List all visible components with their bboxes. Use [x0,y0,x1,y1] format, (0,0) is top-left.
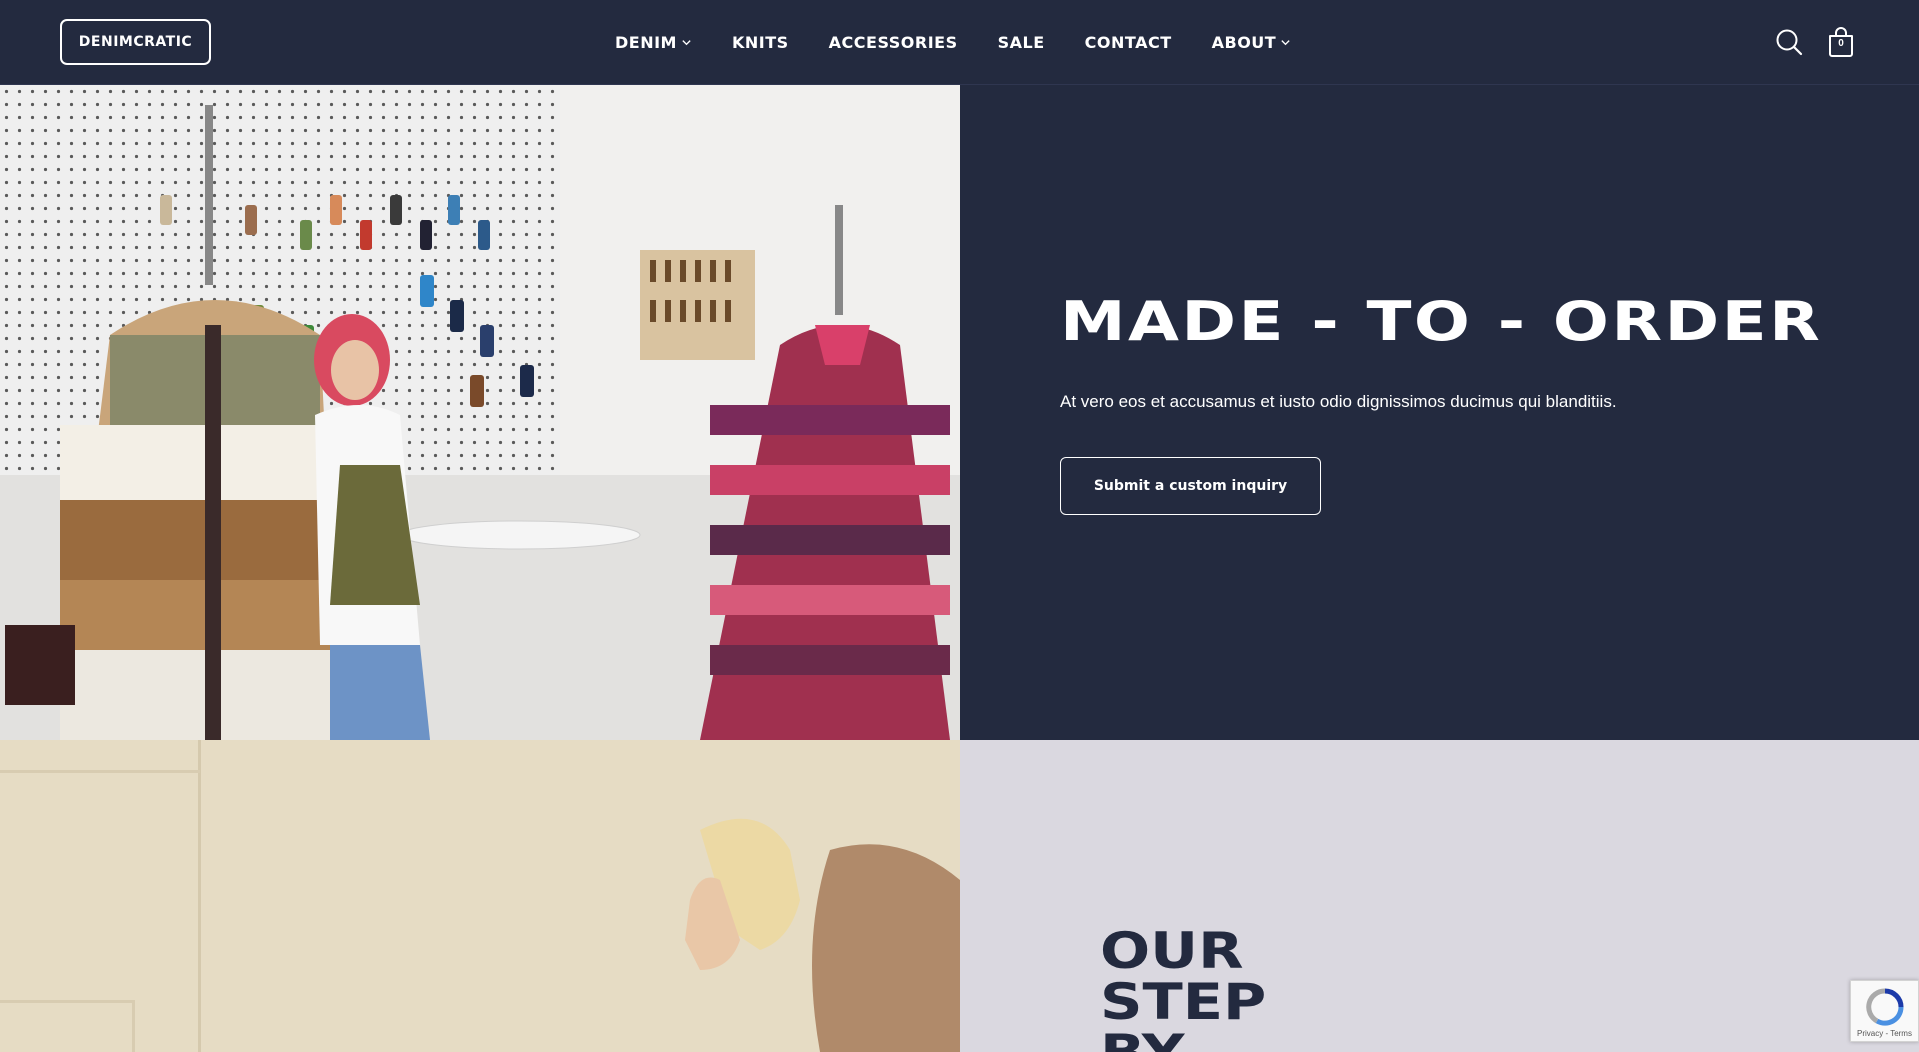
submit-inquiry-button[interactable]: Submit a custom inquiry [1060,457,1321,515]
site-header: DENIMCRATIC DENIM KNITS ACCESSORIES SALE… [0,0,1919,85]
nav-label: SALE [997,33,1045,52]
nav-item-sale[interactable]: SALE [998,33,1045,52]
nav-label: DENIM [615,33,677,52]
section-title-line: OUR [1100,922,1244,980]
section-title-line: STEP [1100,973,1267,1031]
step-by-step-image [0,740,960,1052]
recaptcha-terms[interactable]: Privacy - Terms [1857,1029,1912,1038]
nav-item-denim[interactable]: DENIM [615,33,692,52]
studio-photo [0,85,960,740]
nav-label: ABOUT [1211,33,1277,52]
logo[interactable]: DENIMCRATIC [60,19,211,65]
nav-item-contact[interactable]: CONTACT [1085,33,1172,52]
nav-item-knits[interactable]: KNITS [732,33,789,52]
portrait-photo [0,740,960,1052]
cart-button[interactable]: 0 [1826,26,1856,58]
recaptcha-badge[interactable]: Privacy - Terms [1850,980,1919,1042]
hero-title: MADE - TO - ORDER [1060,290,1823,353]
recaptcha-icon [1866,988,1904,1026]
hero-image [0,85,960,740]
nav-label: ACCESSORIES [828,33,958,52]
hero-subtitle: At vero eos et accusamus et iusto odio d… [1060,392,1617,411]
nav-item-accessories[interactable]: ACCESSORIES [829,33,958,52]
nav-label: KNITS [731,33,789,52]
made-to-order-section: MADE - TO - ORDER At vero eos et accusam… [960,85,1919,740]
nav-label: CONTACT [1084,33,1172,52]
nav-item-about[interactable]: ABOUT [1212,33,1292,52]
step-by-step-section: OUR STEP BY [960,740,1919,1052]
section-title: OUR STEP BY [1100,926,1266,1052]
main-nav: DENIM KNITS ACCESSORIES SALE CONTACT ABO… [615,0,1291,85]
chevron-down-icon [1281,40,1290,46]
cart-count-badge: 0 [1838,38,1844,49]
section-title-line: BY [1100,1028,1266,1052]
chevron-down-icon [682,40,691,46]
search-icon[interactable] [1774,26,1804,58]
